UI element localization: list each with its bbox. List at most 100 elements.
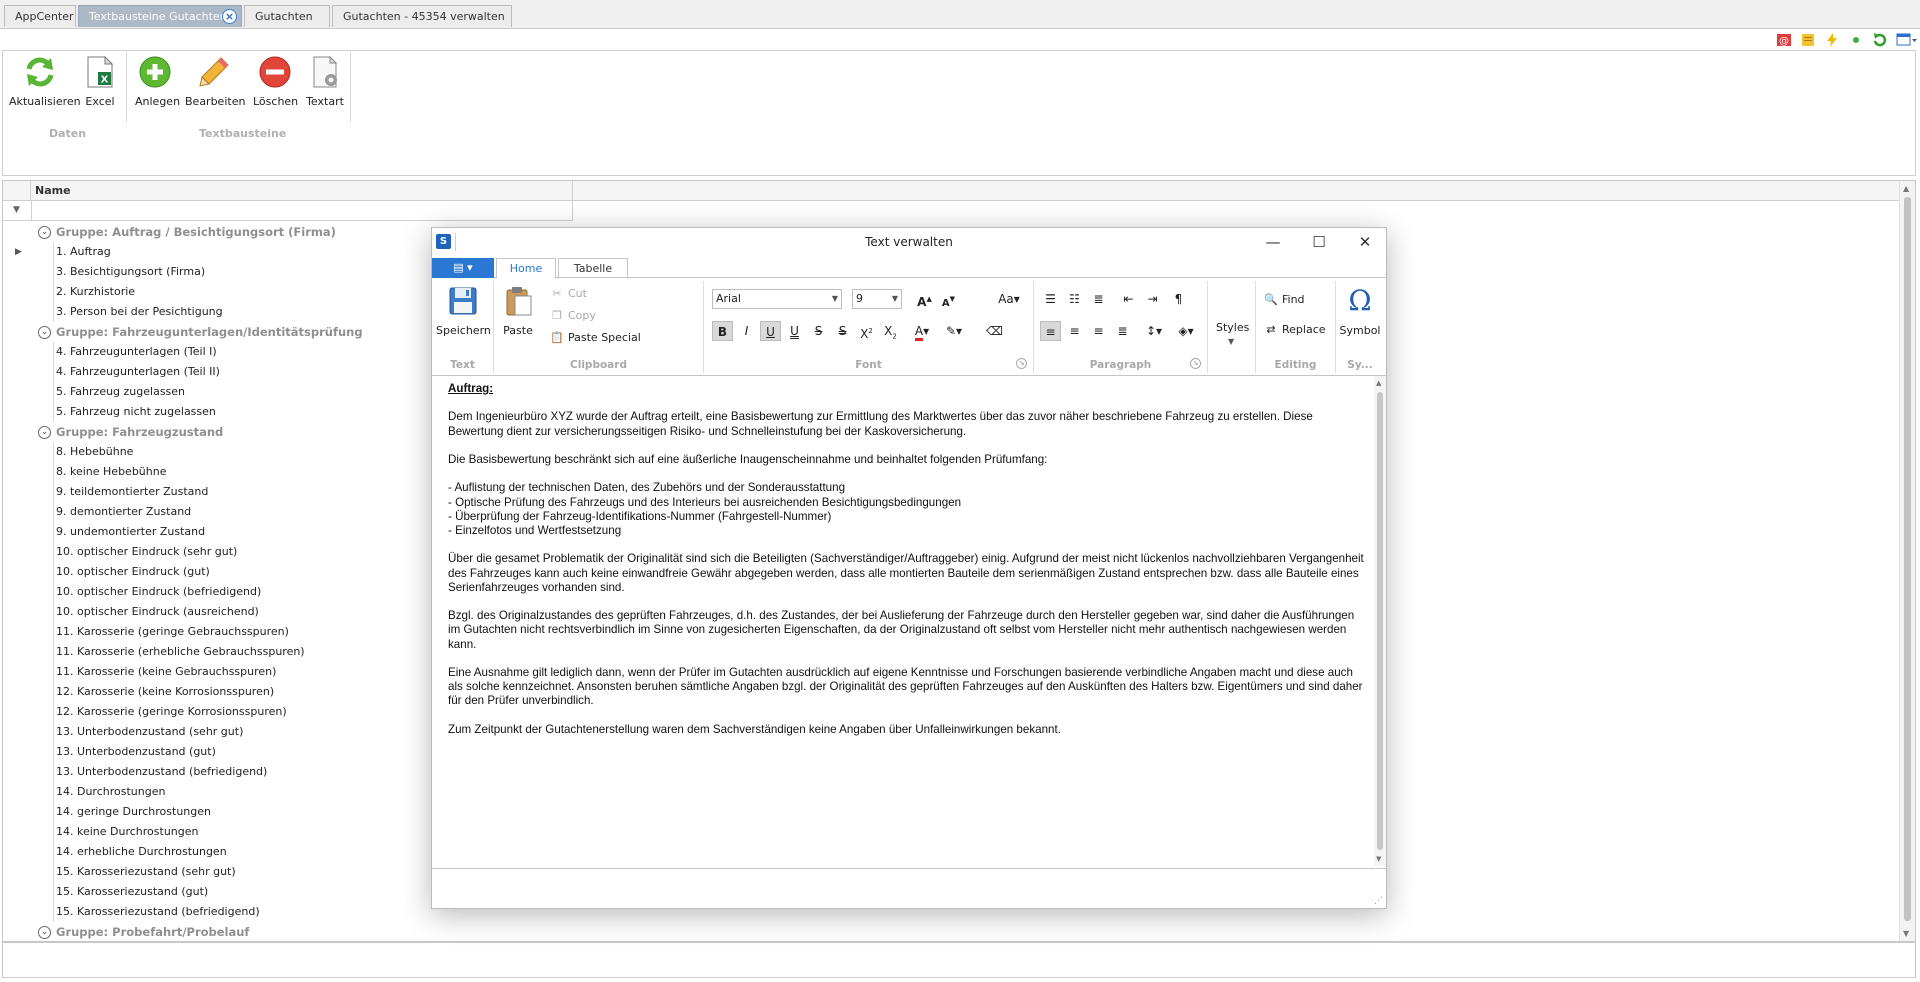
textart-button[interactable]: Textart (305, 55, 345, 108)
justify-icon[interactable]: ≣ (1112, 321, 1133, 341)
find-button[interactable]: 🔍 Find (1264, 291, 1304, 309)
lightning-icon[interactable] (1824, 32, 1840, 48)
row-label: 14. erhebliche Durchrostungen (56, 845, 227, 858)
collapse-icon[interactable]: ⌄ (38, 426, 51, 439)
strikethrough-icon[interactable]: S (808, 321, 829, 341)
increase-indent-icon[interactable]: ⇥ (1142, 289, 1163, 309)
bold-icon[interactable]: B (712, 321, 733, 341)
numbered-list-icon[interactable]: ☷ (1064, 289, 1085, 309)
ribbon-group-textbausteine: Anlegen Bearbeiten Löschen Textart Textb… (127, 51, 351, 140)
shading-icon[interactable]: ◈▾ (1172, 321, 1200, 341)
close-icon[interactable]: × (222, 9, 237, 24)
document-paragraph: Bzgl. des Originalzustandes des geprüfte… (448, 609, 1358, 651)
mail-icon[interactable]: @ (1776, 32, 1792, 48)
dialog-titlebar[interactable]: S Text verwalten — ☐ ✕ (432, 228, 1386, 256)
font-size-select[interactable]: 9 ▼ (852, 289, 902, 309)
collapse-icon[interactable]: ⌄ (38, 226, 51, 239)
paste-special-button[interactable]: 📋 Paste Special (550, 329, 641, 347)
tab-tabelle[interactable]: Tabelle (558, 258, 628, 279)
tab-appcenter[interactable]: AppCenter (4, 5, 76, 27)
tab-gutachten-verwalten[interactable]: Gutachten - 45354 verwalten (332, 5, 512, 27)
document-content[interactable]: Auftrag: Dem Ingenieurbüro XYZ wurde der… (448, 382, 1368, 737)
cut-button[interactable]: ✂ Cut (550, 285, 587, 303)
copy-button[interactable]: ❐ Copy (550, 307, 596, 325)
scroll-thumb[interactable] (1904, 197, 1911, 921)
tab-home[interactable]: Home (496, 258, 556, 279)
ribbon-group-label-editing: Editing (1274, 359, 1317, 371)
scroll-thumb[interactable] (1377, 392, 1383, 850)
row-label: 13. Unterbodenzustand (befriedigend) (56, 765, 268, 778)
filter-row[interactable]: ▼ (3, 201, 573, 221)
excel-button[interactable]: X Excel (83, 55, 117, 108)
decrease-indent-icon[interactable]: ⇤ (1118, 289, 1139, 309)
superscript-icon[interactable]: X2 (856, 321, 877, 341)
column-header-name[interactable]: Name (35, 184, 71, 197)
chevron-down-icon: ▼ (1228, 337, 1235, 346)
clear-formatting-icon[interactable]: ⌫ (984, 321, 1005, 341)
replace-button[interactable]: ⇄ Replace (1264, 321, 1325, 339)
note-icon[interactable] (1800, 32, 1816, 48)
ribbon-group-label-paragraph: Paragraph (1089, 359, 1152, 371)
group-row[interactable]: ⌄ Gruppe: Probefahrt/Probelauf (3, 922, 573, 942)
multilevel-list-icon[interactable]: ≣ (1088, 289, 1109, 309)
paragraph-dialog-launcher-icon[interactable]: ↘ (1190, 358, 1201, 369)
subscript-icon[interactable]: X2 (880, 321, 901, 341)
scroll-up-icon[interactable]: ▲ (1903, 184, 1909, 193)
italic-icon[interactable]: I (736, 321, 757, 341)
maximize-icon[interactable]: ☐ (1304, 231, 1334, 253)
tab-textbausteine-gutachten[interactable]: Textbausteine Gutachten × (78, 5, 242, 27)
scroll-down-icon[interactable]: ▼ (1376, 855, 1381, 863)
aktualisieren-button[interactable]: Aktualisieren (9, 55, 81, 108)
change-case-icon[interactable]: Aa▾ (994, 289, 1024, 309)
document-editor[interactable]: Auftrag: Dem Ingenieurbüro XYZ wurde der… (432, 376, 1386, 868)
double-underline-icon[interactable]: U (784, 321, 805, 341)
collapse-icon[interactable]: ⌄ (38, 326, 51, 339)
align-right-icon[interactable]: ≡ (1088, 321, 1109, 341)
loeschen-button[interactable]: Löschen (253, 55, 298, 108)
grid-header: Name (3, 181, 1899, 201)
ribbon-group-styles: Styles ▼ (1208, 281, 1256, 373)
add-icon (138, 55, 172, 89)
symbol-button[interactable]: Ω Symbol (1336, 285, 1384, 338)
paste-button[interactable]: Paste (498, 285, 538, 337)
binoculars-icon: 🔍 (1264, 293, 1278, 306)
grid-scrollbar[interactable]: ▲ ▼ (1899, 181, 1915, 941)
line-spacing-icon[interactable]: ↕▾ (1140, 321, 1168, 341)
collapse-icon[interactable]: ⌄ (38, 926, 51, 939)
pilcrow-icon[interactable]: ¶ (1168, 289, 1189, 309)
highlight-icon[interactable]: ✎▾ (940, 321, 968, 341)
anlegen-button[interactable]: Anlegen (135, 55, 180, 108)
grow-font-icon[interactable]: A▲ (914, 289, 935, 309)
styles-button[interactable]: Styles (1216, 319, 1249, 337)
row-label: 13. Unterbodenzustand (sehr gut) (56, 725, 244, 738)
align-center-icon[interactable]: ≡ (1064, 321, 1085, 341)
scroll-down-icon[interactable]: ▼ (1903, 929, 1909, 938)
row-label: 9. teildemontierter Zustand (56, 485, 209, 498)
dialog-ribbon: Speichern Text Paste ✂ Cut ❐ Copy 📋 Paste S… (432, 279, 1386, 376)
minimize-icon[interactable]: — (1258, 231, 1288, 253)
window-layout-icon[interactable] (1896, 32, 1917, 48)
underline-icon[interactable]: U (760, 321, 781, 341)
double-strikethrough-icon[interactable]: S (832, 321, 853, 341)
tab-gutachten[interactable]: Gutachten (244, 5, 330, 27)
font-dialog-launcher-icon[interactable]: ↘ (1016, 358, 1027, 369)
excel-icon: X (83, 55, 117, 89)
bearbeiten-button[interactable]: Bearbeiten (185, 55, 245, 108)
document-paragraph: Eine Ausnahme gilt lediglich dann, wenn … (448, 666, 1366, 708)
file-menu-button[interactable]: ▤ ▾ (432, 258, 494, 278)
close-icon[interactable]: ✕ (1350, 231, 1380, 253)
row-label: 9. demontierter Zustand (56, 505, 192, 518)
shrink-font-icon[interactable]: A▼ (938, 289, 959, 309)
font-family-select[interactable]: Arial ▼ (712, 289, 842, 309)
bullet-list-icon[interactable]: ☰ (1040, 289, 1061, 309)
speichern-button[interactable]: Speichern (436, 285, 491, 337)
ribbon-group-label-symbol: Sy... (1347, 359, 1373, 371)
ribbon-group-text: Speichern Text (432, 281, 494, 373)
resize-grip-icon[interactable]: ⋰ (1374, 896, 1383, 906)
editor-scrollbar[interactable]: ▲ ▼ (1374, 376, 1386, 866)
delete-icon (258, 55, 292, 89)
scroll-up-icon[interactable]: ▲ (1376, 379, 1381, 387)
font-color-icon[interactable]: A▾ (908, 321, 936, 341)
align-left-icon[interactable]: ≡ (1040, 321, 1061, 341)
refresh-icon[interactable] (1872, 32, 1888, 48)
